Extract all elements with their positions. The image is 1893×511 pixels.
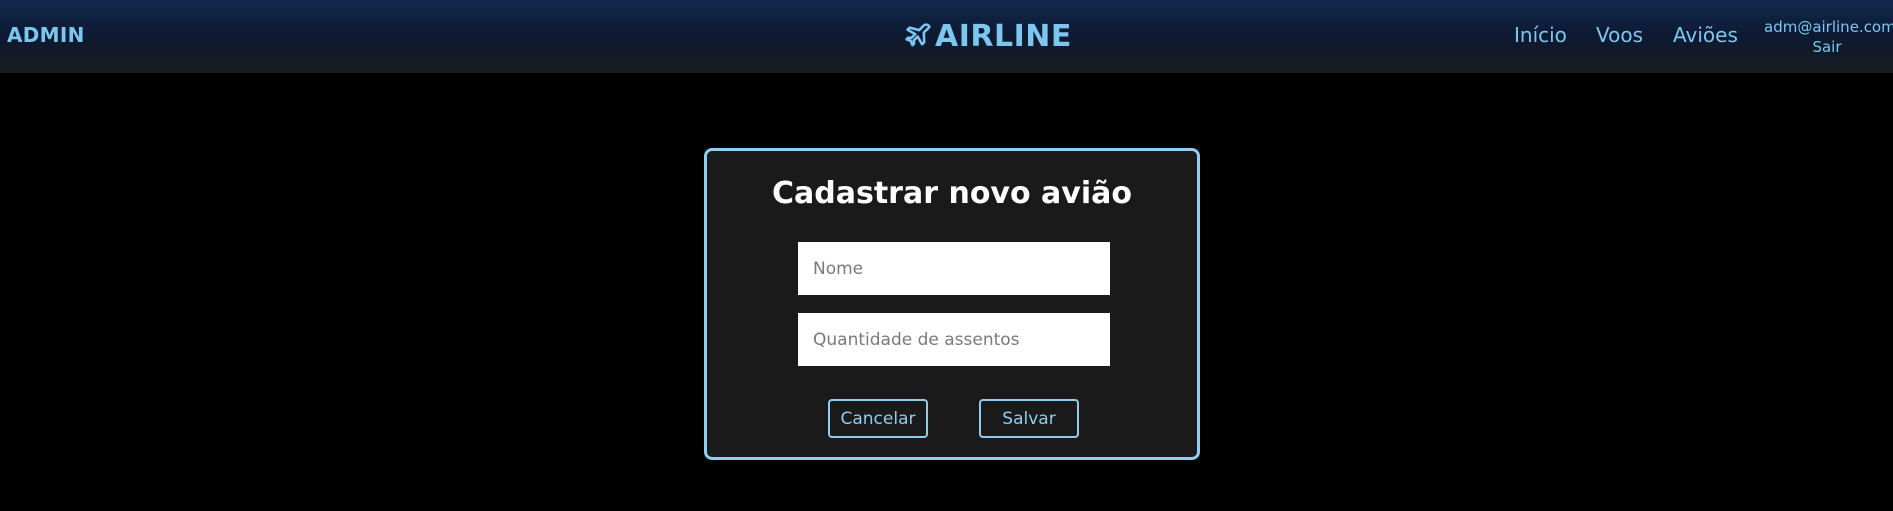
nav-link-avioes[interactable]: Aviões <box>1673 23 1738 47</box>
seat-count-input[interactable] <box>798 313 1110 366</box>
airline-logo[interactable]: AIRLINE <box>904 15 1072 57</box>
form-title: Cadastrar novo avião <box>772 176 1132 211</box>
logo-text: AIRLINE <box>935 18 1072 54</box>
logout-link[interactable]: Sair <box>1764 37 1890 57</box>
admin-label: ADMIN <box>7 23 85 47</box>
user-menu: adm@airline.com Sair <box>1764 17 1893 57</box>
nav-link-voos[interactable]: Voos <box>1596 23 1643 47</box>
user-email: adm@airline.com <box>1764 18 1893 36</box>
top-navbar: ADMIN AIRLINE Início Voos Aviões adm@air… <box>0 0 1893 73</box>
plane-icon <box>904 22 932 50</box>
save-button[interactable]: Salvar <box>979 399 1079 438</box>
plane-name-input[interactable] <box>798 242 1110 295</box>
cancel-button[interactable]: Cancelar <box>828 399 928 438</box>
nav-link-inicio[interactable]: Início <box>1514 23 1567 47</box>
new-plane-form-card: Cadastrar novo avião Cancelar Salvar <box>704 148 1200 460</box>
